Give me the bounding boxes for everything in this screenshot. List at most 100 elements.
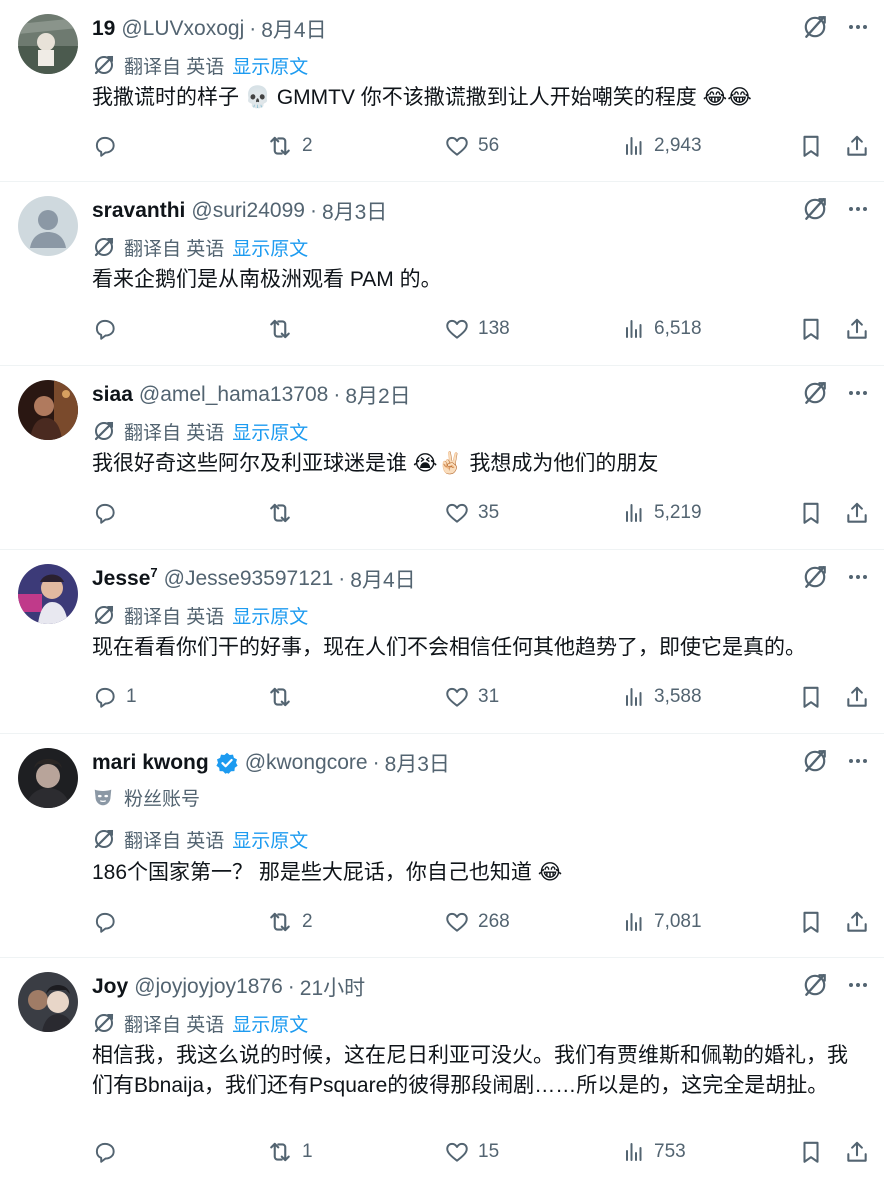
views-button[interactable]: 5,219 <box>622 497 702 529</box>
view-count: 5,219 <box>654 502 702 523</box>
verified-badge-icon[interactable] <box>215 751 239 775</box>
share-button[interactable] <box>844 1136 870 1168</box>
share-button[interactable] <box>844 313 870 345</box>
translation-notice: 翻译自 英语 显示原文 <box>92 1009 308 1037</box>
grok-icon[interactable] <box>802 748 828 774</box>
more-icon[interactable] <box>846 973 870 997</box>
show-original-link[interactable]: 显示原文 <box>232 1010 308 1037</box>
share-button[interactable] <box>844 681 870 713</box>
bookmark-button[interactable] <box>798 681 824 713</box>
grok-icon[interactable] <box>802 196 828 222</box>
tweet-actions: 2 56 2,943 <box>92 130 870 162</box>
handle[interactable]: @Jesse93597121 <box>164 567 334 591</box>
display-name[interactable]: 19 <box>92 17 115 41</box>
views-icon <box>622 501 646 525</box>
translate-label: 翻译自 英语 <box>124 830 225 852</box>
view-count: 7,081 <box>654 911 702 932</box>
display-name[interactable]: siaa <box>92 383 133 407</box>
retweet-button[interactable] <box>266 681 302 713</box>
bookmark-button[interactable] <box>798 497 824 529</box>
avatar[interactable] <box>18 748 78 808</box>
show-original-link[interactable]: 显示原文 <box>232 52 308 79</box>
reply-button[interactable] <box>92 130 126 162</box>
like-button[interactable]: 15 <box>444 1136 499 1168</box>
share-button[interactable] <box>844 130 870 162</box>
more-icon[interactable] <box>846 749 870 773</box>
display-name[interactable]: mari kwong <box>92 751 209 775</box>
translate-icon <box>92 419 116 443</box>
handle[interactable]: @amel_hama13708 <box>139 383 328 407</box>
show-original-link[interactable]: 显示原文 <box>232 418 308 445</box>
bookmark-button[interactable] <box>798 906 824 938</box>
bookmark-button[interactable] <box>798 130 824 162</box>
translate-label: 翻译自 英语 <box>124 1014 225 1036</box>
reply-button[interactable] <box>92 313 126 345</box>
tweet[interactable]: 19 @LUVxoxogj · 8月4日 翻译自 英语 显示原文 我撒谎时的样子… <box>0 0 884 182</box>
tweet[interactable]: siaa @amel_hama13708 · 8月2日 翻译自 英语 显示原文 … <box>0 366 884 550</box>
handle[interactable]: @suri24099 <box>191 199 305 223</box>
timestamp[interactable]: 8月3日 <box>322 196 387 226</box>
grok-icon[interactable] <box>802 14 828 40</box>
avatar[interactable] <box>18 380 78 440</box>
reply-button[interactable] <box>92 906 126 938</box>
more-icon[interactable] <box>846 197 870 221</box>
timestamp[interactable]: 8月4日 <box>261 14 326 44</box>
tweet-actions: 2 268 7,081 <box>92 906 870 938</box>
views-button[interactable]: 753 <box>622 1136 686 1168</box>
timestamp[interactable]: 8月4日 <box>350 564 415 594</box>
timestamp[interactable]: 8月3日 <box>385 748 450 778</box>
reply-button[interactable] <box>92 1136 126 1168</box>
reply-button[interactable] <box>92 497 126 529</box>
tweet[interactable]: Joy @joyjoyjoy1876 · 21小时 翻译自 英语 显示原文 相信… <box>0 958 884 1188</box>
share-button[interactable] <box>844 497 870 529</box>
show-original-link[interactable]: 显示原文 <box>232 234 308 261</box>
tweet[interactable]: sravanthi @suri24099 · 8月3日 翻译自 英语 显示原文 … <box>0 182 884 366</box>
timestamp[interactable]: 8月2日 <box>345 380 410 410</box>
tweet[interactable]: mari kwong @kwongcore · 8月3日 粉丝账号 翻译自 英语… <box>0 734 884 958</box>
retweet-button[interactable] <box>266 497 302 529</box>
more-icon[interactable] <box>846 381 870 405</box>
handle[interactable]: @LUVxoxogj <box>121 17 244 41</box>
avatar[interactable] <box>18 196 78 256</box>
display-name[interactable]: sravanthi <box>92 199 185 223</box>
more-icon[interactable] <box>846 15 870 39</box>
grok-icon[interactable] <box>802 972 828 998</box>
show-original-link[interactable]: 显示原文 <box>232 602 308 629</box>
views-button[interactable]: 7,081 <box>622 906 702 938</box>
separator-dot: · <box>309 199 317 222</box>
show-original-link[interactable]: 显示原文 <box>232 826 308 853</box>
grok-icon[interactable] <box>802 564 828 590</box>
views-button[interactable]: 2,943 <box>622 130 702 162</box>
bookmark-button[interactable] <box>798 313 824 345</box>
like-button[interactable]: 56 <box>444 130 499 162</box>
tweet-text-part: 我想成为他们的朋友 <box>469 452 659 475</box>
timestamp[interactable]: 21小时 <box>300 972 365 1002</box>
avatar[interactable] <box>18 972 78 1032</box>
like-button[interactable]: 31 <box>444 681 499 713</box>
share-button[interactable] <box>844 906 870 938</box>
views-button[interactable]: 6,518 <box>622 313 702 345</box>
retweet-button[interactable]: 2 <box>266 906 313 938</box>
avatar[interactable] <box>18 564 78 624</box>
retweet-button[interactable]: 2 <box>266 130 313 162</box>
like-button[interactable]: 138 <box>444 313 510 345</box>
retweet-button[interactable] <box>266 313 302 345</box>
bookmark-button[interactable] <box>798 1136 824 1168</box>
views-button[interactable]: 3,588 <box>622 681 702 713</box>
grok-icon[interactable] <box>802 380 828 406</box>
handle[interactable]: @kwongcore <box>245 751 368 775</box>
retweet-button[interactable]: 1 <box>266 1136 313 1168</box>
like-button[interactable]: 35 <box>444 497 499 529</box>
like-button[interactable]: 268 <box>444 906 510 938</box>
more-icon[interactable] <box>846 565 870 589</box>
tweet[interactable]: Jesse7 @Jesse93597121 · 8月4日 翻译自 英语 显示原文… <box>0 550 884 734</box>
tweet-top-actions <box>802 380 870 406</box>
like-count: 268 <box>478 911 510 932</box>
handle[interactable]: @joyjoyjoy1876 <box>134 975 283 999</box>
display-name[interactable]: Joy <box>92 975 128 999</box>
reply-button[interactable]: 1 <box>92 681 137 713</box>
display-name[interactable]: Jesse7 <box>92 565 158 591</box>
avatar[interactable] <box>18 14 78 74</box>
bookmark-icon <box>798 500 824 526</box>
translate-label: 翻译自 英语 <box>124 422 225 444</box>
